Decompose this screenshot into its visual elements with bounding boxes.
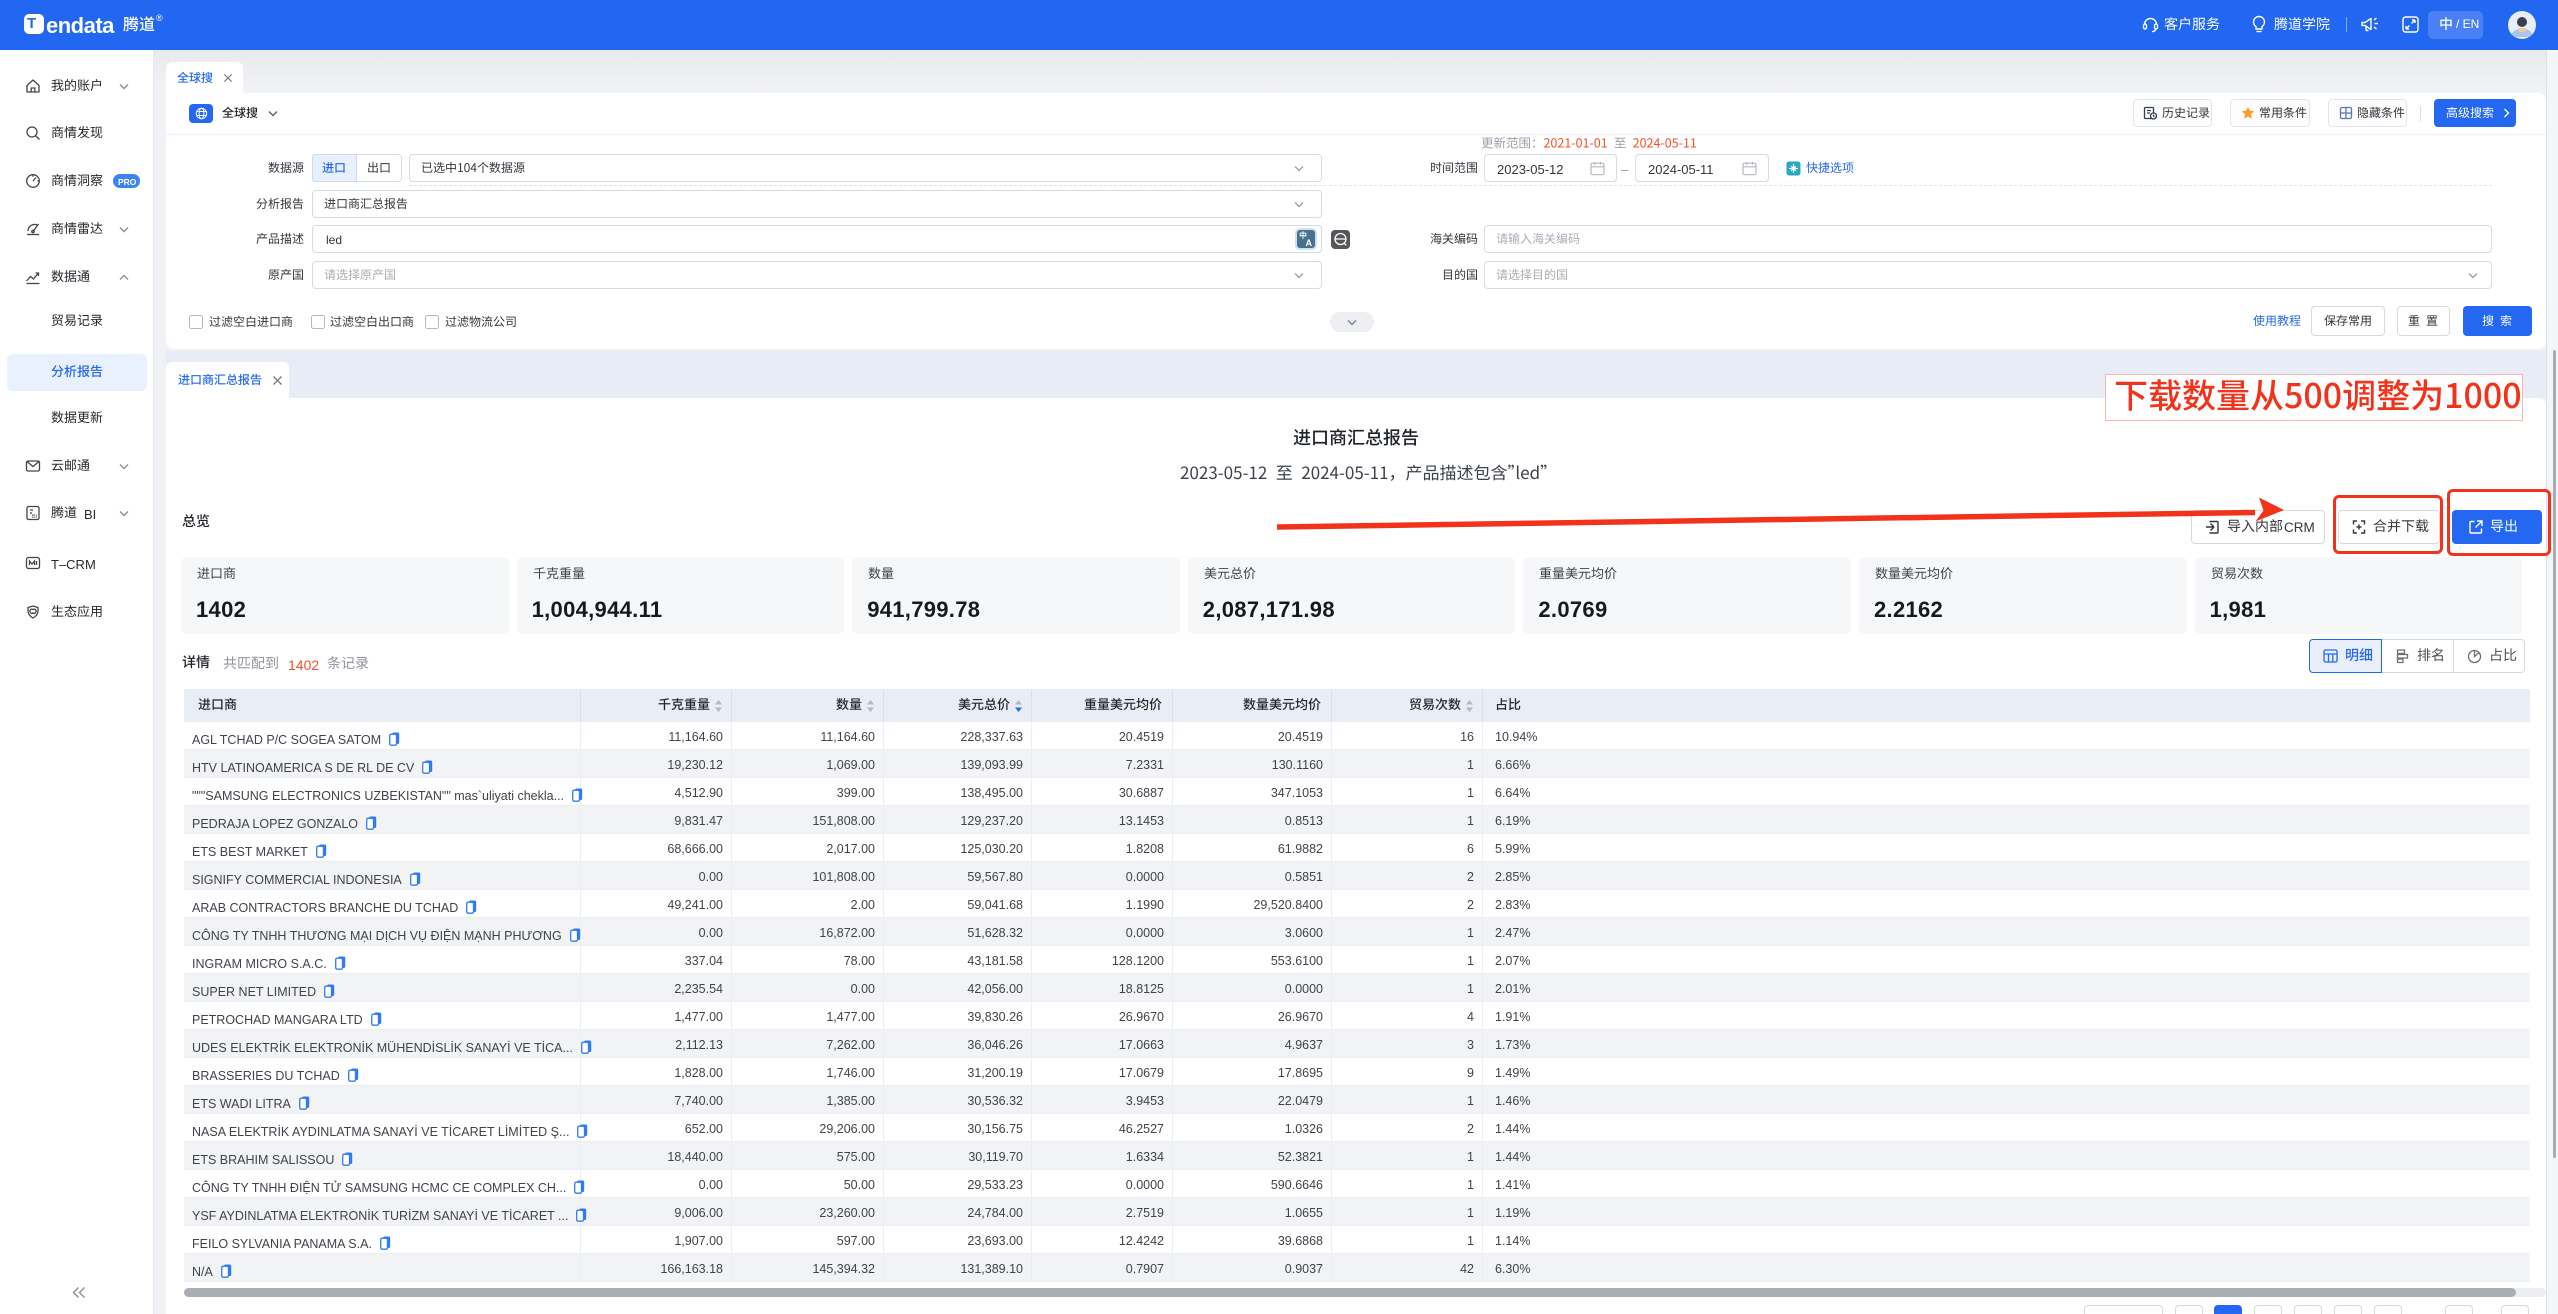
svg-text:BI: BI (32, 514, 38, 520)
